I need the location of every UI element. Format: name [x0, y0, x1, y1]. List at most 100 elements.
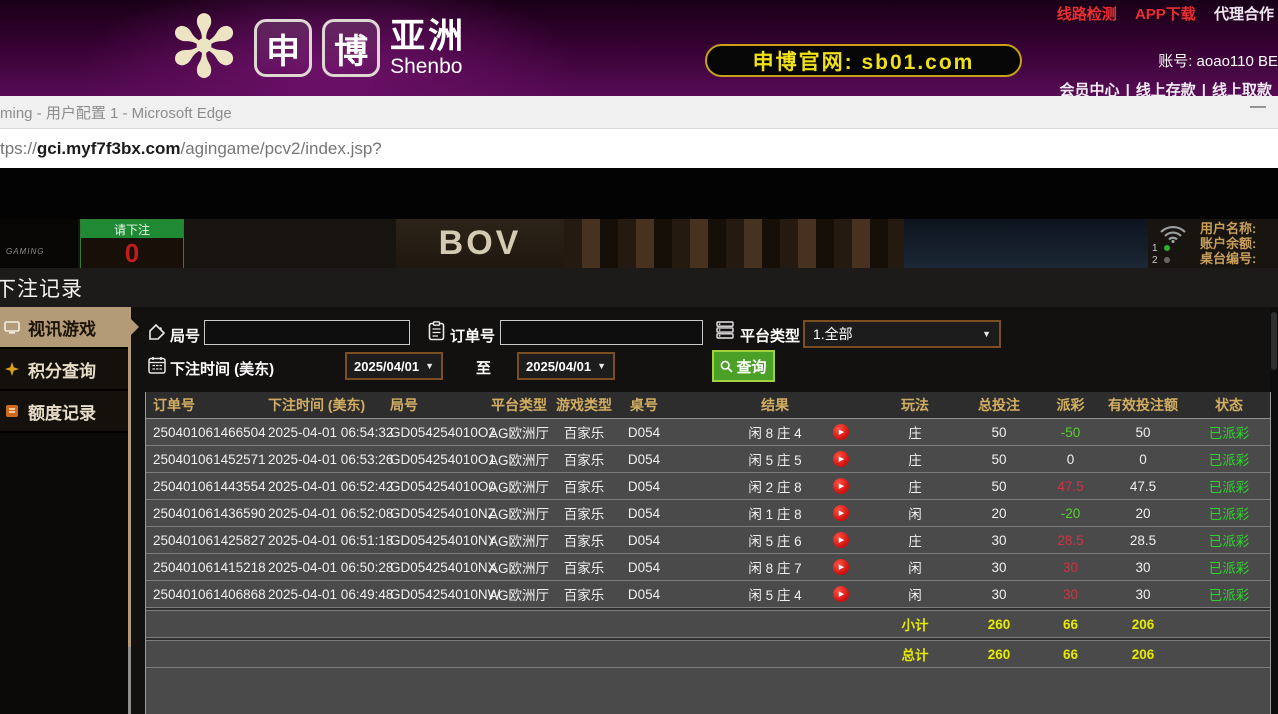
search-button[interactable]: 查询	[712, 350, 775, 382]
column-header: 结果	[675, 392, 875, 418]
page-title: 下注记录	[0, 273, 83, 303]
replay-button[interactable]: ▶	[833, 586, 849, 602]
sum-cell-tableno	[613, 611, 675, 637]
bet-status-label: 请下注	[81, 220, 183, 238]
cell-game: 百家乐	[555, 554, 613, 580]
sum-cell-round	[383, 641, 483, 667]
sidebar-item-points-query[interactable]: 积分查询	[0, 349, 128, 391]
cell-game: 百家乐	[555, 446, 613, 472]
right-scrollbar[interactable]	[1270, 307, 1278, 714]
replay-button[interactable]: ▶	[833, 478, 849, 494]
cell-total: 30	[955, 527, 1043, 553]
cell-order: 250401061425827	[146, 527, 261, 553]
platform-type-dropdown[interactable]: 1.全部 ▼	[803, 320, 1001, 348]
video-game-icon	[2, 319, 22, 335]
cell-game: 百家乐	[555, 473, 613, 499]
replay-button[interactable]: ▶	[833, 451, 849, 467]
cell-time: 2025-04-01 06:50:28	[261, 554, 383, 580]
cell-result: 闲 2 庄 8▶	[675, 473, 875, 499]
cell-payout: -50	[1043, 419, 1098, 445]
cell-time: 2025-04-01 06:54:32	[261, 419, 383, 445]
table-row: 2504010614665042025-04-01 06:54:32GD0542…	[146, 419, 1270, 446]
cell-time: 2025-04-01 06:49:48	[261, 581, 383, 607]
chevron-down-icon: ▼	[982, 329, 991, 339]
minimize-button[interactable]: —	[1250, 98, 1266, 116]
cell-platform: AG欧洲厅	[483, 554, 555, 580]
round-number-input[interactable]	[204, 320, 410, 345]
cell-total: 30	[955, 581, 1043, 607]
status-dot-gray	[1164, 257, 1170, 263]
cell-order: 250401061406868	[146, 581, 261, 607]
browser-titlebar: ming - 用户配置 1 - Microsoft Edge —	[0, 96, 1278, 129]
table-row: 2504010614258272025-04-01 06:51:18GD0542…	[146, 527, 1270, 554]
table-list-numbers: 1 2	[1152, 243, 1170, 267]
chevron-down-icon: ▼	[425, 361, 434, 371]
clipboard-icon	[428, 321, 445, 341]
replay-button[interactable]: ▶	[833, 532, 849, 548]
cell-tableno: D054	[613, 581, 675, 607]
table-row: 2504010614152182025-04-01 06:50:28GD0542…	[146, 554, 1270, 581]
link-agent-coop[interactable]: 代理合作	[1214, 6, 1274, 23]
url-prefix: tps://	[0, 139, 37, 159]
table-row: 2504010614435542025-04-01 06:52:42GD0542…	[146, 473, 1270, 500]
search-icon	[720, 360, 733, 373]
cell-status: 已派彩	[1188, 473, 1270, 499]
search-button-label: 查询	[736, 356, 766, 377]
column-header: 桌号	[613, 392, 675, 418]
sidebar-item-video-games[interactable]: 视讯游戏	[0, 307, 128, 349]
cell-status: 已派彩	[1188, 419, 1270, 445]
sidebar-item-credit-records[interactable]: 额度记录	[0, 391, 128, 433]
logo-char-shen: 申	[254, 19, 312, 77]
scrollbar-thumb[interactable]	[1271, 312, 1277, 370]
sum-cell-time	[261, 611, 383, 637]
link-line-check[interactable]: 线路检测	[1057, 6, 1117, 23]
cell-tableno: D054	[613, 473, 675, 499]
sidebar-divider-scrollbar[interactable]	[128, 307, 131, 714]
official-site-pill[interactable]: 申博官网: sb01.com	[705, 44, 1022, 77]
cell-payout: -20	[1043, 500, 1098, 526]
bet-time-label: 下注时间 (美东)	[170, 358, 274, 379]
window-title: ming - 用户配置 1 - Microsoft Edge	[0, 102, 232, 123]
cell-order: 250401061452571	[146, 446, 261, 472]
to-label: 至	[476, 357, 491, 378]
column-header: 状态	[1188, 392, 1270, 418]
date-to-picker[interactable]: 2025/04/01 ▼	[517, 352, 615, 380]
cell-round: GD054254010O1	[383, 446, 483, 472]
order-number-input[interactable]	[500, 320, 703, 345]
cell-play_type: 庄	[875, 527, 955, 553]
platform-selected-value: 1.全部	[813, 324, 982, 344]
cell-platform: AG欧洲厅	[483, 446, 555, 472]
top-banner: 线路检测 APP下载 代理合作 ✻ 申 博 亚洲 Shenbo 申博官网: sb…	[0, 0, 1278, 96]
date-from-value: 2025/04/01	[354, 359, 419, 374]
black-strip	[0, 168, 1278, 219]
cell-valid: 47.5	[1098, 473, 1188, 499]
logo-char-bo: 博	[322, 19, 380, 77]
sum-cell-tableno	[613, 641, 675, 667]
sum-cell-time	[261, 641, 383, 667]
replay-button[interactable]: ▶	[833, 505, 849, 521]
replay-button[interactable]: ▶	[833, 559, 849, 575]
calendar-icon	[148, 356, 166, 374]
replay-button[interactable]: ▶	[833, 424, 849, 440]
table-number-label: 桌台编号:	[1200, 251, 1278, 266]
table-row: 2504010614068682025-04-01 06:49:48GD0542…	[146, 581, 1270, 608]
link-app-download[interactable]: APP下载	[1135, 6, 1196, 23]
sum-cell-total: 260	[955, 641, 1043, 667]
cell-status: 已派彩	[1188, 500, 1270, 526]
result-text: 闲 8 庄 7	[748, 557, 801, 577]
bov-sign: BOV	[396, 219, 564, 268]
tag-icon	[148, 323, 166, 341]
points-star-icon	[2, 361, 22, 377]
date-from-picker[interactable]: 2025/04/01 ▼	[345, 352, 443, 380]
url-path: /agingame/pcv2/index.jsp?	[180, 139, 381, 159]
url-bar[interactable]: tps://gci.myf7f3bx.com/agingame/pcv2/ind…	[0, 129, 1278, 169]
chevron-down-icon: ▼	[597, 361, 606, 371]
sum-cell-payout: 66	[1043, 611, 1098, 637]
wood-pillars	[564, 219, 904, 268]
cell-total: 20	[955, 500, 1043, 526]
cell-status: 已派彩	[1188, 554, 1270, 580]
cell-platform: AG欧洲厅	[483, 527, 555, 553]
column-header: 游戏类型	[555, 392, 613, 418]
play-icon: ▶	[839, 510, 844, 517]
cell-order: 250401061443554	[146, 473, 261, 499]
